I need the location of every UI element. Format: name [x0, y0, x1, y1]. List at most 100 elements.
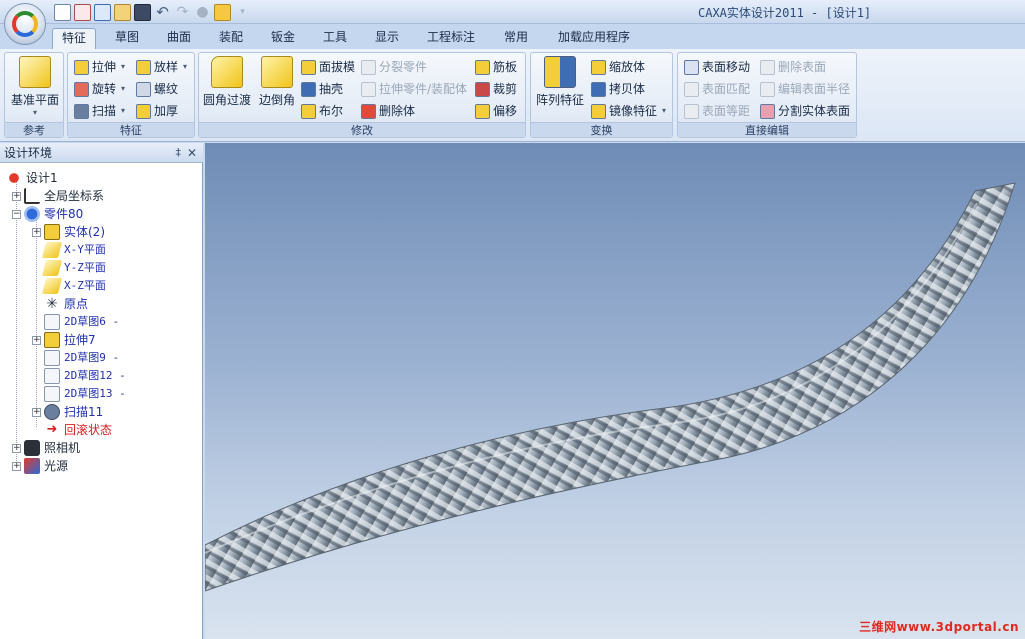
shell-label: 抽壳: [319, 82, 344, 96]
mirror-feature-dropdown-icon[interactable]: ▾: [662, 102, 666, 120]
extrude-button[interactable]: 拉伸 ▾: [74, 58, 125, 76]
datum-plane-dropdown-icon[interactable]: ▾: [7, 108, 63, 117]
tab-tools[interactable]: 工具: [314, 28, 356, 49]
expand-icon[interactable]: +: [32, 227, 41, 237]
3d-viewport[interactable]: 三维网www.3dportal.cn: [205, 143, 1025, 639]
tab-display[interactable]: 显示: [366, 28, 408, 49]
close-icon[interactable]: ✕: [187, 143, 197, 163]
new-file-icon[interactable]: [54, 3, 71, 21]
qat-dropdown-icon[interactable]: ▾: [234, 4, 251, 21]
render-icon[interactable]: ●: [194, 4, 211, 21]
redo-icon[interactable]: ↷: [174, 4, 191, 21]
array-feature-button[interactable]: 阵列特征: [533, 56, 587, 108]
extrude-part-button[interactable]: 拉伸零件/装配体: [361, 80, 467, 98]
pin-icon[interactable]: ‡: [176, 143, 182, 163]
split-part-button[interactable]: 分裂零件: [361, 58, 427, 76]
move-face-button[interactable]: 表面移动: [684, 58, 750, 76]
tree-node-xy-plane[interactable]: X-Y平面: [32, 241, 106, 259]
loft-button[interactable]: 放样 ▾: [136, 58, 187, 76]
thicken-button[interactable]: 加厚: [136, 102, 178, 120]
loft-dropdown-icon[interactable]: ▾: [183, 58, 187, 76]
delete-face-button[interactable]: 删除表面: [760, 58, 826, 76]
tree-node-sketch9[interactable]: 2D草图9 -: [32, 349, 119, 367]
tree-node-xz-plane[interactable]: X-Z平面: [32, 277, 106, 295]
expand-icon[interactable]: +: [12, 191, 21, 201]
thread-button[interactable]: 螺纹: [136, 80, 178, 98]
new-design-icon[interactable]: [94, 3, 111, 21]
expand-icon[interactable]: +: [12, 443, 21, 453]
tree-node-yz-plane[interactable]: Y-Z平面: [32, 259, 106, 277]
expand-icon[interactable]: +: [12, 461, 21, 471]
mirror-feature-icon: [591, 103, 606, 119]
group-feature: 拉伸 ▾ 旋转 ▾ 扫描 ▾ 放样 ▾ 螺纹 加厚 特征: [67, 52, 195, 138]
rope-body[interactable]: [205, 182, 1016, 592]
thread-icon: [136, 81, 151, 97]
tab-assembly[interactable]: 装配: [210, 28, 252, 49]
tree-node-sketch13[interactable]: 2D草图13 -: [32, 385, 126, 403]
undo-icon[interactable]: ↶: [154, 3, 171, 21]
tab-sheet-metal[interactable]: 钣金: [262, 28, 304, 49]
chamfer-button[interactable]: 边倒角: [255, 56, 299, 108]
boolean-button[interactable]: 布尔: [301, 102, 343, 120]
tree-node-origin[interactable]: ✳ 原点: [32, 295, 88, 313]
fillet-button[interactable]: 圆角过渡: [201, 56, 253, 108]
delete-body-button[interactable]: 删除体: [361, 102, 415, 120]
tree-node-part[interactable]: − 零件80: [12, 205, 83, 223]
tree-node-camera[interactable]: + 照相机: [12, 439, 80, 457]
tree-node-sketch12[interactable]: 2D草图12 -: [32, 367, 126, 385]
sweep-dropdown-icon[interactable]: ▾: [121, 102, 125, 120]
split-face-button[interactable]: 分割实体表面: [760, 102, 850, 120]
tree-node-rollback[interactable]: ➜ 回滚状态: [32, 421, 112, 439]
smart-tools-icon[interactable]: [214, 3, 231, 21]
save-icon[interactable]: [134, 3, 151, 21]
tab-feature[interactable]: 特征: [52, 28, 96, 49]
tab-addins[interactable]: 加载应用程序: [548, 28, 640, 49]
trim-button[interactable]: 裁剪: [475, 80, 517, 98]
offset-label: 偏移: [493, 104, 518, 118]
tree-node-light[interactable]: + 光源: [12, 457, 68, 475]
edit-radius-icon: [760, 81, 775, 97]
offset-face-button[interactable]: 表面等距: [684, 102, 750, 120]
expand-icon[interactable]: +: [32, 335, 41, 345]
tree-label-origin: 原点: [64, 297, 89, 311]
expand-icon[interactable]: +: [32, 407, 41, 417]
boolean-icon: [301, 103, 316, 119]
offset-button[interactable]: 偏移: [475, 102, 517, 120]
extrude-dropdown-icon[interactable]: ▾: [121, 58, 125, 76]
tab-common[interactable]: 常用: [494, 28, 538, 49]
chamfer-icon: [261, 56, 293, 88]
group-direct-edit: 表面移动 表面匹配 表面等距 删除表面 编辑表面半径 分割实体表面 直接编辑: [677, 52, 857, 138]
revolve-dropdown-icon[interactable]: ▾: [121, 80, 125, 98]
ribbon: 基准平面 ▾ 参考 拉伸 ▾ 旋转 ▾ 扫描 ▾ 放样 ▾ 螺纹 加厚 特征 圆…: [0, 49, 1025, 142]
panel-title: 设计环境: [4, 146, 53, 160]
tree-node-sweep11[interactable]: + 扫描11: [32, 403, 103, 421]
tab-sketch[interactable]: 草图: [106, 28, 148, 49]
tab-annotation[interactable]: 工程标注: [418, 28, 484, 49]
tree-node-global-coords[interactable]: + 全局坐标系: [12, 187, 104, 205]
tree-node-extrude7[interactable]: + 拉伸7: [32, 331, 96, 349]
edit-radius-button[interactable]: 编辑表面半径: [760, 80, 850, 98]
sweep-button[interactable]: 扫描 ▾: [74, 102, 125, 120]
open-folder-icon[interactable]: [114, 3, 131, 21]
solid-icon: [44, 224, 60, 240]
match-face-button[interactable]: 表面匹配: [684, 80, 750, 98]
scale-body-button[interactable]: 缩放体: [591, 58, 645, 76]
draft-button[interactable]: 面拔模: [301, 58, 355, 76]
datum-plane-button[interactable]: 基准平面 ▾: [7, 56, 63, 117]
tree-node-design[interactable]: 设计1: [6, 169, 58, 187]
tree-label-extrude7: 拉伸7: [64, 333, 96, 347]
tree-node-sketch6[interactable]: 2D草图6 -: [32, 313, 119, 331]
rib-button[interactable]: 筋板: [475, 58, 517, 76]
copy-body-button[interactable]: 拷贝体: [591, 80, 645, 98]
tree-label-rollback: 回滚状态: [64, 423, 113, 437]
open-template-icon[interactable]: [74, 3, 91, 21]
tab-surface[interactable]: 曲面: [158, 28, 200, 49]
twisted-rope-model[interactable]: [205, 143, 1025, 639]
shell-button[interactable]: 抽壳: [301, 80, 343, 98]
fillet-icon: [211, 56, 243, 88]
collapse-icon[interactable]: −: [12, 209, 21, 219]
mirror-feature-button[interactable]: 镜像特征 ▾: [591, 102, 666, 120]
tree-node-solid[interactable]: + 实体(2): [32, 223, 105, 241]
app-menu-button[interactable]: [4, 3, 46, 45]
revolve-button[interactable]: 旋转 ▾: [74, 80, 125, 98]
